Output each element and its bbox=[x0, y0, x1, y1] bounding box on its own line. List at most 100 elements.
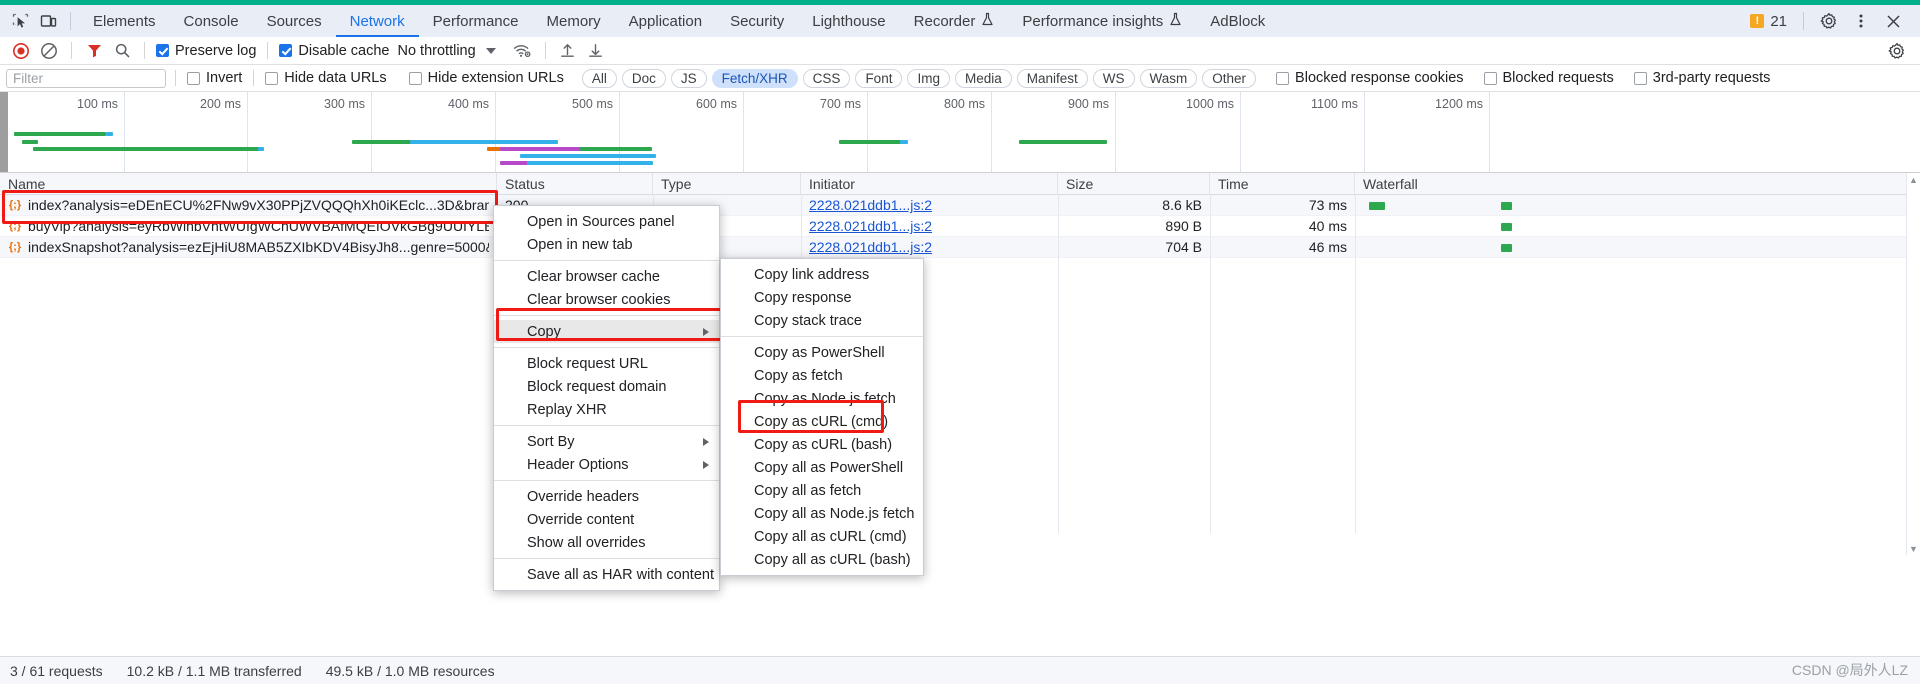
initiator-link[interactable]: 2228.021ddb1...js:2 bbox=[809, 197, 932, 213]
hide-data-urls-checkbox[interactable]: Hide data URLs bbox=[263, 70, 388, 86]
menu-item-copy-all-as-curl-bash[interactable]: Copy all as cURL (bash) bbox=[721, 548, 923, 571]
tab-lighthouse[interactable]: Lighthouse bbox=[798, 5, 899, 37]
column-header-initiator[interactable]: Initiator bbox=[801, 172, 1058, 195]
menu-item-override-content[interactable]: Override content bbox=[494, 508, 719, 531]
menu-item-copy-as-curl-cmd[interactable]: Copy as cURL (cmd) bbox=[721, 410, 923, 433]
tab-label: Network bbox=[349, 12, 405, 30]
overview-request-bar bbox=[520, 154, 656, 158]
column-header-time[interactable]: Time bbox=[1210, 172, 1355, 195]
menu-item-override-headers[interactable]: Override headers bbox=[494, 485, 719, 508]
gear-icon[interactable] bbox=[1814, 8, 1844, 34]
record-button[interactable] bbox=[8, 39, 34, 63]
clear-button[interactable] bbox=[36, 39, 62, 63]
export-har-icon[interactable] bbox=[583, 39, 609, 63]
tab-adblock[interactable]: AdBlock bbox=[1196, 5, 1279, 37]
hide-extension-urls-checkbox[interactable]: Hide extension URLs bbox=[407, 70, 566, 86]
import-har-icon[interactable] bbox=[555, 39, 581, 63]
overview-request-bar bbox=[1019, 140, 1107, 144]
blocked-requests-checkbox[interactable]: Blocked requests bbox=[1482, 70, 1616, 86]
menu-item-clear-browser-cookies[interactable]: Clear browser cookies bbox=[494, 288, 719, 311]
menu-item-clear-browser-cache[interactable]: Clear browser cache bbox=[494, 265, 719, 288]
chip-fetch-xhr[interactable]: Fetch/XHR bbox=[711, 68, 798, 88]
table-row[interactable]: {;} index?analysis=eDEnECU%2FNw9vX30PPjZ… bbox=[0, 195, 1920, 216]
device-toolbar-icon[interactable] bbox=[34, 8, 62, 34]
third-party-requests-checkbox[interactable]: 3rd-party requests bbox=[1632, 70, 1773, 86]
menu-item-copy-response[interactable]: Copy response bbox=[721, 286, 923, 309]
menu-item-copy-as-fetch[interactable]: Copy as fetch bbox=[721, 364, 923, 387]
tab-memory[interactable]: Memory bbox=[533, 5, 615, 37]
chip-label: WS bbox=[1102, 70, 1125, 86]
tab-performance-insights[interactable]: Performance insights bbox=[1008, 5, 1196, 37]
menu-item-copy-all-as-powershell[interactable]: Copy all as PowerShell bbox=[721, 456, 923, 479]
tab-performance[interactable]: Performance bbox=[419, 5, 533, 37]
kebab-menu-icon[interactable] bbox=[1846, 8, 1876, 34]
chip-media[interactable]: Media bbox=[954, 68, 1012, 88]
warning-badge[interactable]: ! 21 bbox=[1744, 13, 1793, 30]
menu-item-replay-xhr[interactable]: Replay XHR bbox=[494, 398, 719, 421]
menu-item-copy-link-address[interactable]: Copy link address bbox=[721, 263, 923, 286]
menu-item-copy[interactable]: Copy bbox=[494, 320, 719, 343]
scroll-up-arrow[interactable]: ▲ bbox=[1907, 173, 1920, 186]
table-row[interactable]: {;} buyVip?analysis=eyRbWihbVhtWUIgWChUW… bbox=[0, 216, 1920, 237]
wifi-settings-icon[interactable] bbox=[510, 39, 536, 63]
menu-item-save-all-as-har-with-content[interactable]: Save all as HAR with content bbox=[494, 563, 719, 586]
network-settings-gear-icon[interactable] bbox=[1884, 39, 1910, 63]
chip-manifest[interactable]: Manifest bbox=[1016, 68, 1088, 88]
menu-item-open-in-new-tab[interactable]: Open in new tab bbox=[494, 233, 719, 256]
column-header-status[interactable]: Status bbox=[497, 172, 653, 195]
menu-item-sort-by[interactable]: Sort By bbox=[494, 430, 719, 453]
menu-item-block-request-url[interactable]: Block request URL bbox=[494, 352, 719, 375]
tab-application[interactable]: Application bbox=[615, 5, 716, 37]
table-row[interactable]: {;} indexSnapshot?analysis=ezEjHiU8MAB5Z… bbox=[0, 237, 1920, 258]
menu-item-copy-as-powershell[interactable]: Copy as PowerShell bbox=[721, 341, 923, 364]
column-header-type[interactable]: Type bbox=[653, 172, 801, 195]
filter-input[interactable] bbox=[6, 68, 166, 88]
tab-security[interactable]: Security bbox=[716, 5, 798, 37]
initiator-link[interactable]: 2228.021ddb1...js:2 bbox=[809, 218, 932, 234]
search-icon[interactable] bbox=[109, 39, 135, 63]
chip-css[interactable]: CSS bbox=[802, 68, 851, 88]
filter-toggle-icon[interactable] bbox=[81, 39, 107, 63]
chip-doc[interactable]: Doc bbox=[621, 68, 666, 88]
chip-js[interactable]: JS bbox=[670, 68, 707, 88]
menu-item-label: Copy as Node.js fetch bbox=[754, 390, 896, 407]
blocked-response-cookies-checkbox[interactable]: Blocked response cookies bbox=[1274, 70, 1465, 86]
tab-elements[interactable]: Elements bbox=[79, 5, 170, 37]
tab-sources[interactable]: Sources bbox=[253, 5, 336, 37]
column-header-size[interactable]: Size bbox=[1058, 172, 1210, 195]
menu-item-copy-all-as-nodejs-fetch[interactable]: Copy all as Node.js fetch bbox=[721, 502, 923, 525]
table-scrollbar[interactable]: ▲ ▼ bbox=[1906, 173, 1920, 555]
tab-console[interactable]: Console bbox=[170, 5, 253, 37]
chip-all[interactable]: All bbox=[581, 68, 617, 88]
disable-cache-checkbox[interactable]: Disable cache bbox=[277, 43, 391, 59]
tab-network[interactable]: Network bbox=[336, 5, 419, 37]
menu-item-show-all-overrides[interactable]: Show all overrides bbox=[494, 531, 719, 554]
chip-ws[interactable]: WS bbox=[1092, 68, 1135, 88]
chip-font[interactable]: Font bbox=[855, 68, 903, 88]
menu-item-block-request-domain[interactable]: Block request domain bbox=[494, 375, 719, 398]
menu-item-copy-as-nodejs-fetch[interactable]: Copy as Node.js fetch bbox=[721, 387, 923, 410]
menu-item-open-in-sources-panel[interactable]: Open in Sources panel bbox=[494, 210, 719, 233]
checkbox-box bbox=[1633, 71, 1647, 85]
menu-item-copy-all-as-curl-cmd[interactable]: Copy all as cURL (cmd) bbox=[721, 525, 923, 548]
inspect-cursor-icon[interactable] bbox=[6, 8, 34, 34]
menu-item-copy-all-as-fetch[interactable]: Copy all as fetch bbox=[721, 479, 923, 502]
menu-item-copy-stack-trace[interactable]: Copy stack trace bbox=[721, 309, 923, 332]
invert-checkbox[interactable]: Invert bbox=[185, 70, 244, 86]
preserve-log-checkbox[interactable]: Preserve log bbox=[154, 43, 258, 59]
throttling-dropdown[interactable]: No throttling bbox=[393, 43, 499, 59]
menu-item-header-options[interactable]: Header Options bbox=[494, 453, 719, 476]
column-header-name[interactable]: Name bbox=[0, 172, 497, 195]
chip-other[interactable]: Other bbox=[1202, 68, 1257, 88]
initiator-link[interactable]: 2228.021ddb1...js:2 bbox=[809, 239, 932, 255]
tab-recorder[interactable]: Recorder bbox=[900, 5, 1009, 37]
devtools-tabbar: Elements Console Sources Network Perform… bbox=[0, 5, 1920, 37]
cell-time: 46 ms bbox=[1308, 239, 1347, 255]
network-overview-timeline[interactable]: 100 ms 200 ms 300 ms 400 ms 500 ms 600 m… bbox=[0, 92, 1920, 173]
menu-item-copy-as-curl-bash[interactable]: Copy as cURL (bash) bbox=[721, 433, 923, 456]
scroll-down-arrow[interactable]: ▼ bbox=[1907, 542, 1920, 555]
chip-img[interactable]: Img bbox=[907, 68, 950, 88]
column-header-waterfall[interactable]: Waterfall bbox=[1355, 173, 1920, 195]
chip-wasm[interactable]: Wasm bbox=[1139, 68, 1198, 88]
close-icon[interactable] bbox=[1878, 8, 1908, 34]
